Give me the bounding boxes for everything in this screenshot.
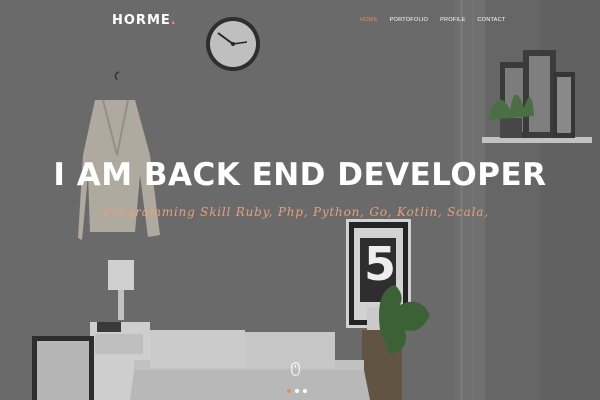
slider-dot-1[interactable] (287, 389, 291, 393)
nav-item-home[interactable]: HOME (360, 17, 378, 23)
nav-menu: HOME PORTOFOLIO PROFILE CONTACT (360, 17, 517, 23)
slider-dots (287, 389, 307, 393)
poster-number: 5 (364, 237, 397, 291)
mouse-scroll-icon[interactable] (291, 362, 300, 376)
nav-item-contact[interactable]: CONTACT (477, 17, 505, 23)
hero-section: HORME. HOME PORTOFOLIO PROFILE CONTACT I… (0, 0, 600, 400)
hero-subheadline: Programming Skill Ruby, Php, Python, Go,… (103, 205, 489, 219)
brand-logo[interactable]: HORME. (112, 13, 177, 28)
slider-dot-3[interactable] (303, 389, 307, 393)
nav-item-profile[interactable]: PROFILE (440, 17, 465, 23)
slider-dot-2[interactable] (295, 389, 299, 393)
navbar: HORME. HOME PORTOFOLIO PROFILE CONTACT (0, 0, 600, 44)
brand-logo-dot: . (170, 13, 177, 28)
hero-overlay (0, 0, 600, 400)
brand-name: HORME (112, 13, 171, 28)
hero-headline: I AM BACK END DEVELOPER (53, 157, 547, 193)
nav-item-portofolio[interactable]: PORTOFOLIO (390, 17, 428, 23)
